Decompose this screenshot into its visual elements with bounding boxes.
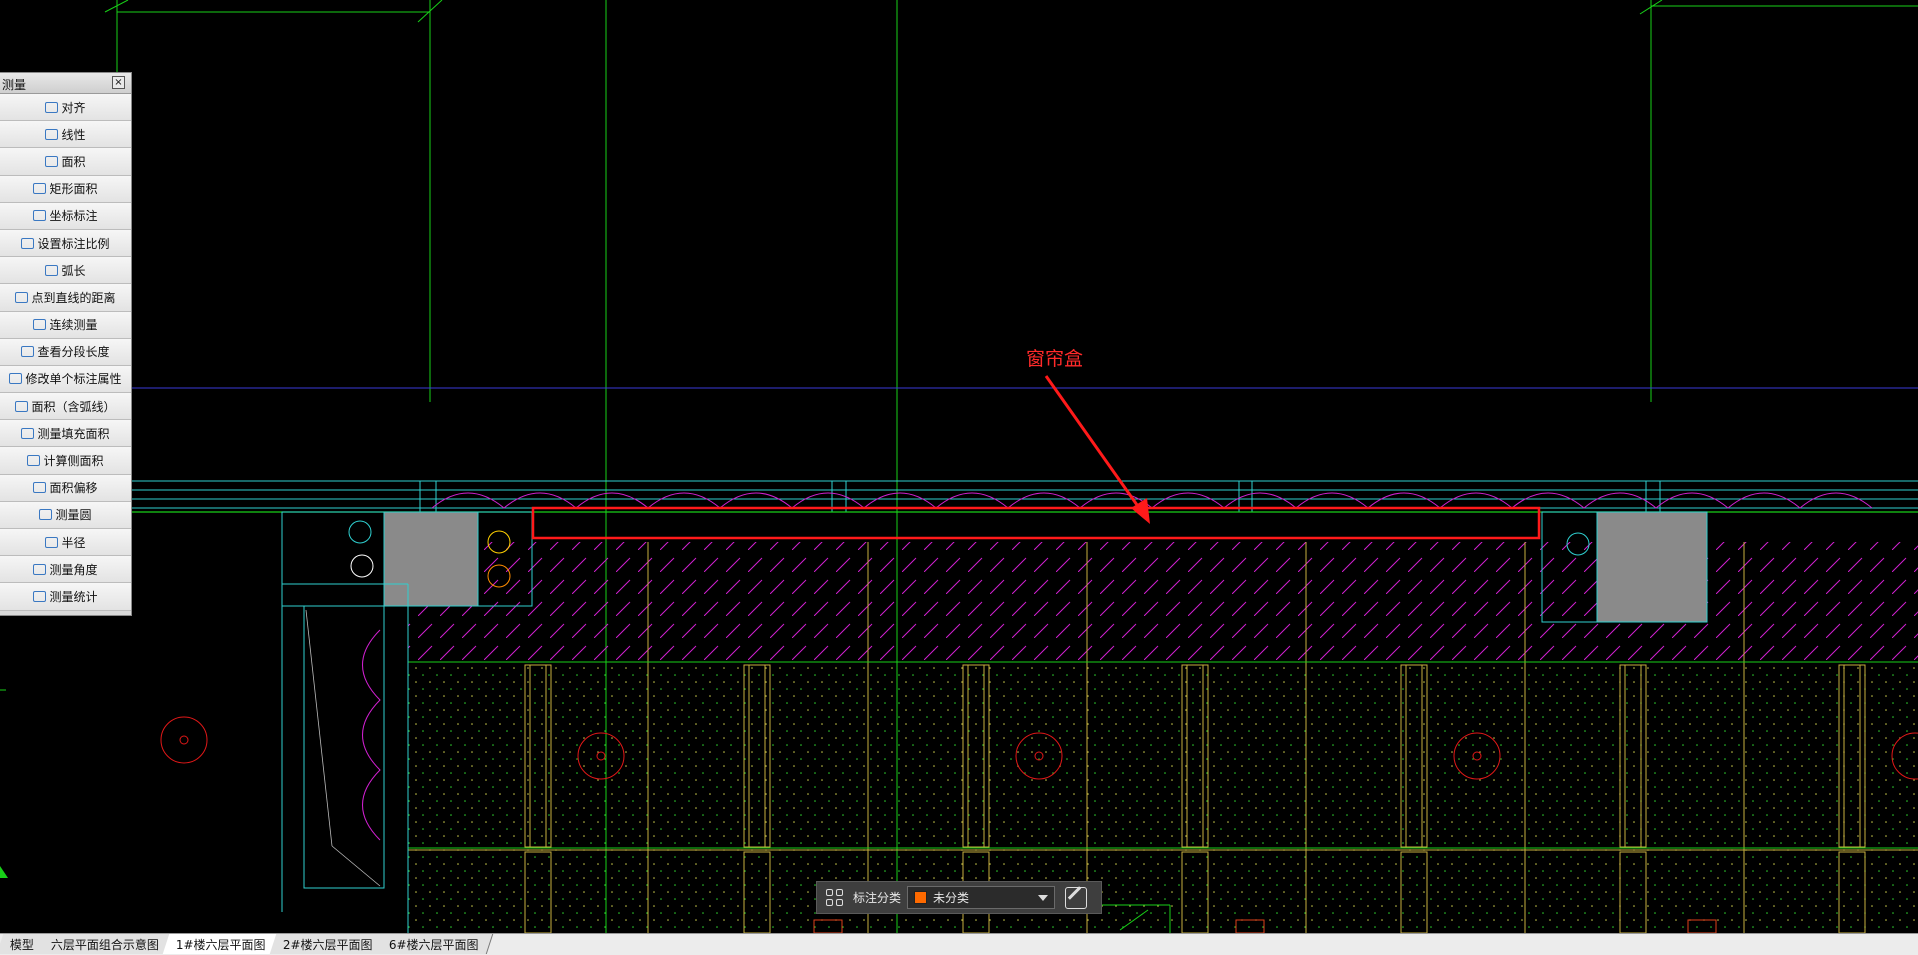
edit-icon[interactable] <box>1065 886 1088 909</box>
scale-icon <box>21 237 35 249</box>
curtain-box-callout-label: 窗帘盒 <box>1026 348 1084 370</box>
structural-column <box>1596 511 1708 623</box>
arc-length-icon <box>45 264 59 276</box>
rect-area-icon <box>33 183 47 195</box>
tool-edit-dimension[interactable]: 修改单个标注属性 <box>0 365 131 394</box>
tool-label: 面积偏移 <box>49 481 98 496</box>
tool-rect-area[interactable]: 矩形面积 <box>0 175 131 203</box>
tool-label: 线性 <box>61 127 86 142</box>
layout-tab-bar: 模型 六层平面组合示意图 1#楼六层平面图 2#楼六层平面图 6#楼六层平面图 <box>0 933 1918 955</box>
side-area-icon <box>27 455 41 467</box>
tool-continuous-measure[interactable]: 连续测量 <box>0 311 131 339</box>
circle-measure-icon <box>39 509 53 521</box>
edit-dimension-icon <box>9 373 23 385</box>
tool-angle[interactable]: 测量角度 <box>0 556 131 584</box>
aligned-dimension-icon <box>45 101 59 113</box>
tool-side-area[interactable]: 计算侧面积 <box>0 447 131 475</box>
tool-label: 连续测量 <box>49 318 98 333</box>
tab-label: 六层平面组合示意图 <box>50 938 159 952</box>
tool-segment-length[interactable]: 查看分段长度 <box>0 338 131 366</box>
tool-radius[interactable]: 半径 <box>0 529 131 557</box>
coordinate-icon <box>33 210 47 222</box>
close-icon[interactable]: × <box>112 76 125 89</box>
point-line-distance-icon <box>15 291 29 303</box>
tool-label: 测量填充面积 <box>37 426 110 441</box>
panel-header[interactable]: 测量 × <box>0 73 131 94</box>
arc-area-icon <box>15 400 29 412</box>
measure-tool-panel[interactable]: 测量 × 对齐 线性 面积 矩形面积 坐标标注 设置标注比例 弧长 点到直线的距… <box>0 72 132 616</box>
tool-label: 测量圆 <box>55 508 92 523</box>
area-icon <box>45 155 59 167</box>
tool-label: 面积 <box>61 154 86 169</box>
tab-combined-plan[interactable]: 六层平面组合示意图 <box>37 934 174 954</box>
tab-label: 6#楼六层平面图 <box>389 938 479 952</box>
hatch-area-icon <box>21 427 35 439</box>
tool-label: 设置标注比例 <box>37 236 110 251</box>
tool-area-offset[interactable]: 面积偏移 <box>0 474 131 502</box>
continuous-measure-icon <box>33 319 47 331</box>
tool-label: 测量角度 <box>49 562 98 577</box>
structural-column <box>383 511 479 607</box>
panel-title: 测量 <box>2 78 27 92</box>
tab-label: 模型 <box>9 938 34 952</box>
tool-label: 查看分段长度 <box>37 345 110 360</box>
tool-measure-circle[interactable]: 测量圆 <box>0 501 131 529</box>
cad-drawing-canvas[interactable] <box>0 0 1918 954</box>
tool-set-scale[interactable]: 设置标注比例 <box>0 229 131 258</box>
tool-hatch-area[interactable]: 测量填充面积 <box>0 420 131 448</box>
linear-dimension-icon <box>45 128 59 140</box>
tab-building-2[interactable]: 2#楼六层平面图 <box>269 934 387 954</box>
tab-label: 2#楼六层平面图 <box>282 938 373 952</box>
tool-label: 面积（含弧线） <box>31 399 116 414</box>
callout-arrow <box>1044 375 1150 524</box>
statistics-icon <box>33 590 47 602</box>
tool-label: 半径 <box>61 535 86 550</box>
tool-arc-area[interactable]: 面积（含弧线） <box>0 393 131 421</box>
tool-statistics[interactable]: 测量统计 <box>0 583 131 611</box>
tool-arc-length[interactable]: 弧长 <box>0 257 131 285</box>
annotation-category-select[interactable]: 未分类 <box>907 886 1056 909</box>
tool-aligned[interactable]: 对齐 <box>0 94 131 122</box>
tool-label: 矩形面积 <box>49 182 98 197</box>
tool-label: 弧长 <box>61 263 86 278</box>
tool-point-line-distance[interactable]: 点到直线的距离 <box>0 284 131 312</box>
tool-area[interactable]: 面积 <box>0 148 131 176</box>
tool-label: 测量统计 <box>49 589 98 604</box>
angle-icon <box>33 563 47 575</box>
tool-label: 修改单个标注属性 <box>25 372 122 387</box>
annotation-category-bar: 标注分类 未分类 <box>816 881 1102 914</box>
tab-label: 1#楼六层平面图 <box>175 938 266 952</box>
chevron-down-icon <box>1038 895 1049 901</box>
tool-linear[interactable]: 线性 <box>0 121 131 149</box>
tool-label: 点到直线的距离 <box>31 290 116 305</box>
grid-icon[interactable] <box>825 888 845 908</box>
segment-length-icon <box>21 346 35 358</box>
tool-label: 对齐 <box>61 100 86 115</box>
tool-label: 坐标标注 <box>49 209 98 224</box>
dotted-floor <box>408 662 1918 933</box>
tab-building-1[interactable]: 1#楼六层平面图 <box>162 934 280 954</box>
area-offset-icon <box>33 482 47 494</box>
tab-building-6[interactable]: 6#楼六层平面图 <box>376 934 494 954</box>
category-color-swatch <box>914 891 928 904</box>
radius-icon <box>45 536 59 548</box>
annotation-category-label: 标注分类 <box>853 891 902 905</box>
annotation-category-value: 未分类 <box>933 891 970 905</box>
tool-label: 计算侧面积 <box>43 454 104 469</box>
measure-tool-list: 对齐 线性 面积 矩形面积 坐标标注 设置标注比例 弧长 点到直线的距离 连续测… <box>0 94 131 611</box>
tool-coordinate[interactable]: 坐标标注 <box>0 202 131 230</box>
